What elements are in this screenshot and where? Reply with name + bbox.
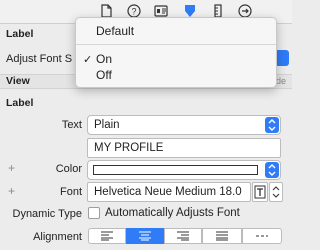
auto-adjust-font-checkbox[interactable] — [88, 207, 100, 219]
section-title-label-2: Label — [6, 97, 34, 109]
color-select[interactable] — [87, 160, 281, 180]
align-natural-button[interactable] — [242, 228, 282, 244]
section-title-label: Label — [6, 28, 34, 40]
menu-item-off[interactable]: Off — [96, 68, 112, 82]
alignment-row-label: Alignment — [33, 231, 82, 243]
font-size-stepper[interactable] — [269, 182, 283, 202]
text-value-field[interactable]: MY PROFILE — [87, 138, 281, 158]
align-natural-icon — [256, 235, 268, 237]
text-row-label: Text — [61, 119, 82, 131]
align-center-button[interactable] — [126, 228, 164, 244]
font-field[interactable]: Helvetica Neue Medium 18.0 — [87, 182, 251, 202]
text-type-select[interactable]: Plain — [87, 115, 281, 135]
menu-item-default[interactable]: Default — [96, 24, 134, 38]
adjust-font-size-label: Adjust Font S — [6, 53, 73, 65]
font-value: Helvetica Neue Medium 18.0 — [94, 186, 242, 198]
auto-adjust-font-label: Automatically Adjusts Font — [105, 207, 240, 219]
text-value: MY PROFILE — [94, 142, 164, 154]
menu-item-on[interactable]: On — [96, 52, 112, 66]
chevron-updown-icon — [265, 162, 279, 178]
align-right-button[interactable] — [164, 228, 202, 244]
text-type-value: Plain — [94, 119, 120, 131]
align-left-icon — [101, 231, 113, 241]
align-left-button[interactable] — [88, 228, 126, 244]
stepper-icon — [272, 186, 280, 198]
color-swatch — [93, 165, 258, 175]
font-picker-button[interactable] — [252, 182, 268, 202]
align-justify-icon — [216, 231, 228, 241]
align-justify-button[interactable] — [202, 228, 242, 244]
adjust-font-dropdown-menu: Default ✓ On Off — [75, 17, 277, 88]
svg-text:?: ? — [131, 7, 136, 17]
font-t-icon — [254, 185, 266, 199]
align-right-icon — [177, 231, 189, 241]
adjust-font-select-arrow[interactable] — [275, 50, 289, 66]
menu-separator — [76, 44, 276, 45]
color-row-label: Color — [55, 163, 82, 175]
section-title-view: View — [6, 75, 30, 87]
chevron-updown-icon — [265, 117, 279, 133]
align-center-icon — [139, 231, 151, 241]
dynamic-type-row-label: Dynamic Type — [12, 208, 83, 220]
font-row-label: Font — [59, 186, 82, 198]
checkmark-icon: ✓ — [83, 54, 93, 66]
